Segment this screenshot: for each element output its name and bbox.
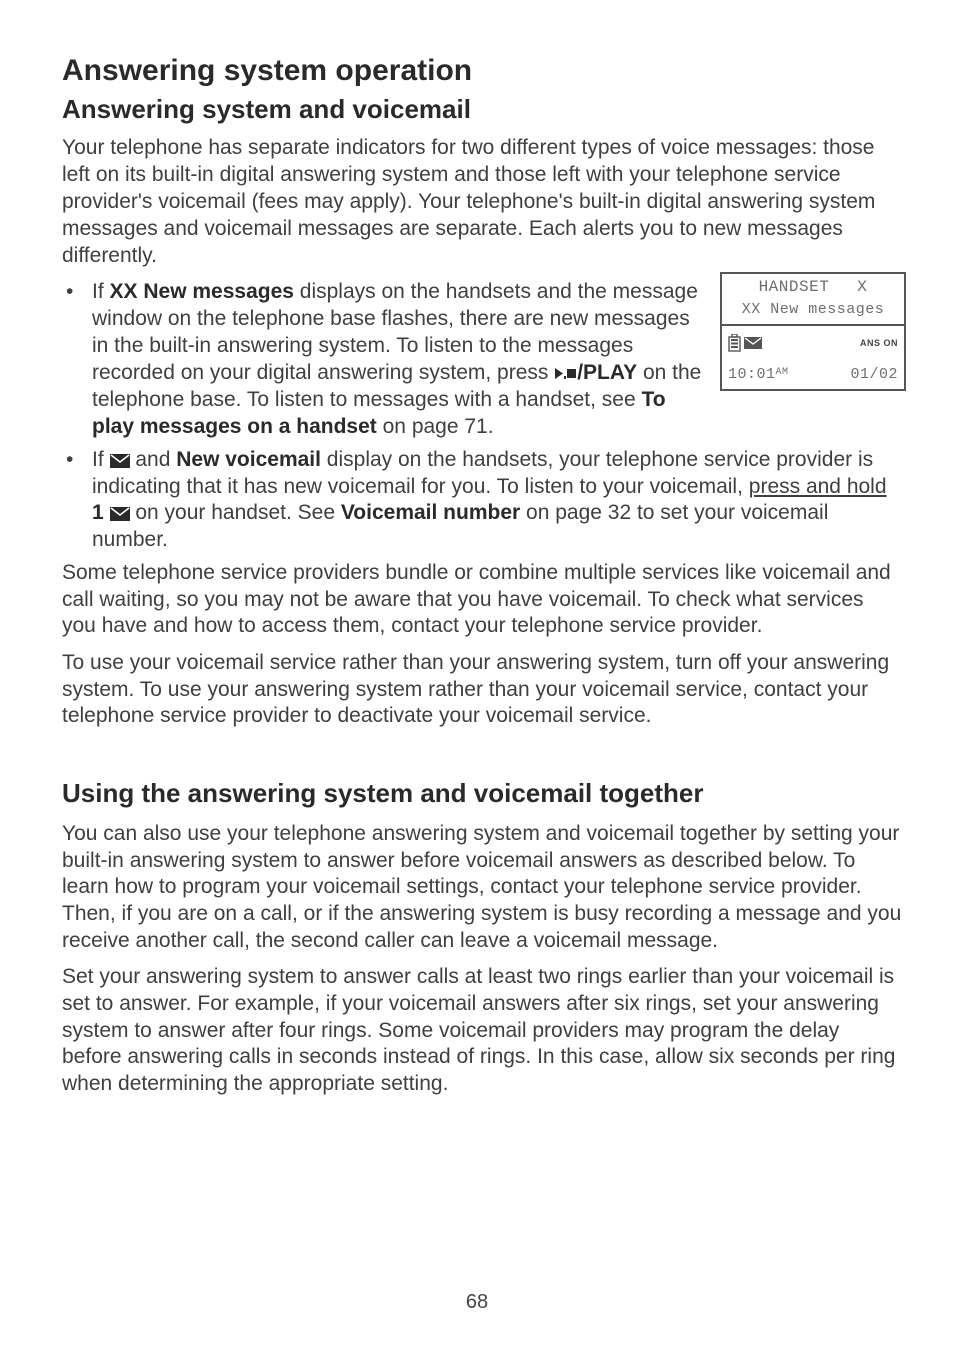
lcd-row: 10:01AM 01/02: [722, 362, 904, 389]
bold-text: Voicemail number: [341, 501, 520, 524]
text: If: [92, 280, 110, 303]
lcd-row: HANDSET X: [722, 274, 904, 299]
bold-text: XX New messages: [110, 280, 294, 303]
text: If: [92, 448, 110, 471]
battery-icon: [728, 334, 741, 352]
envelope-icon: [110, 507, 130, 521]
lcd-status-icons: [728, 334, 762, 352]
lcd-date: 01/02: [850, 366, 898, 383]
intro-paragraph: Your telephone has separate indicators f…: [62, 135, 902, 269]
body-paragraph: Some telephone service providers bundle …: [62, 560, 902, 640]
envelope-icon: [744, 337, 762, 349]
lcd-time-value: 10:01: [728, 366, 776, 383]
body-paragraph: Set your answering system to answer call…: [62, 964, 902, 1097]
body-paragraph: To use your voicemail service rather tha…: [62, 650, 902, 730]
text: and: [130, 448, 177, 471]
envelope-icon: [110, 454, 130, 468]
text: on page 71.: [377, 415, 494, 438]
lcd-row: XX New messages: [722, 299, 904, 324]
body-paragraph: You can also use your telephone answerin…: [62, 821, 902, 954]
page-number: 68: [0, 1291, 954, 1314]
list-item: If and New voicemail display on the hand…: [62, 447, 902, 555]
play-stop-icon: [554, 367, 576, 380]
lcd-ans-on: ANS ON: [860, 338, 898, 348]
handset-lcd-screen: HANDSET X XX New messages ANS ON 10:01AM…: [720, 272, 906, 391]
lcd-new-messages: XX New messages: [742, 301, 885, 318]
lcd-row: ANS ON: [722, 324, 904, 362]
lcd-ampm: AM: [776, 367, 789, 378]
lcd-handset-number: X: [857, 278, 867, 296]
section-title: Answering system and voicemail: [62, 94, 902, 125]
text: on your handset. See: [130, 501, 341, 524]
bold-text: 1: [92, 501, 104, 524]
underlined-text: press and hold: [749, 475, 887, 498]
section-title: Using the answering system and voicemail…: [62, 778, 902, 809]
chapter-title: Answering system operation: [62, 54, 902, 88]
lcd-time: 10:01AM: [728, 366, 789, 383]
bold-text: New voicemail: [176, 448, 321, 471]
bold-text: /PLAY: [577, 361, 637, 384]
lcd-handset-label: HANDSET: [759, 278, 830, 296]
